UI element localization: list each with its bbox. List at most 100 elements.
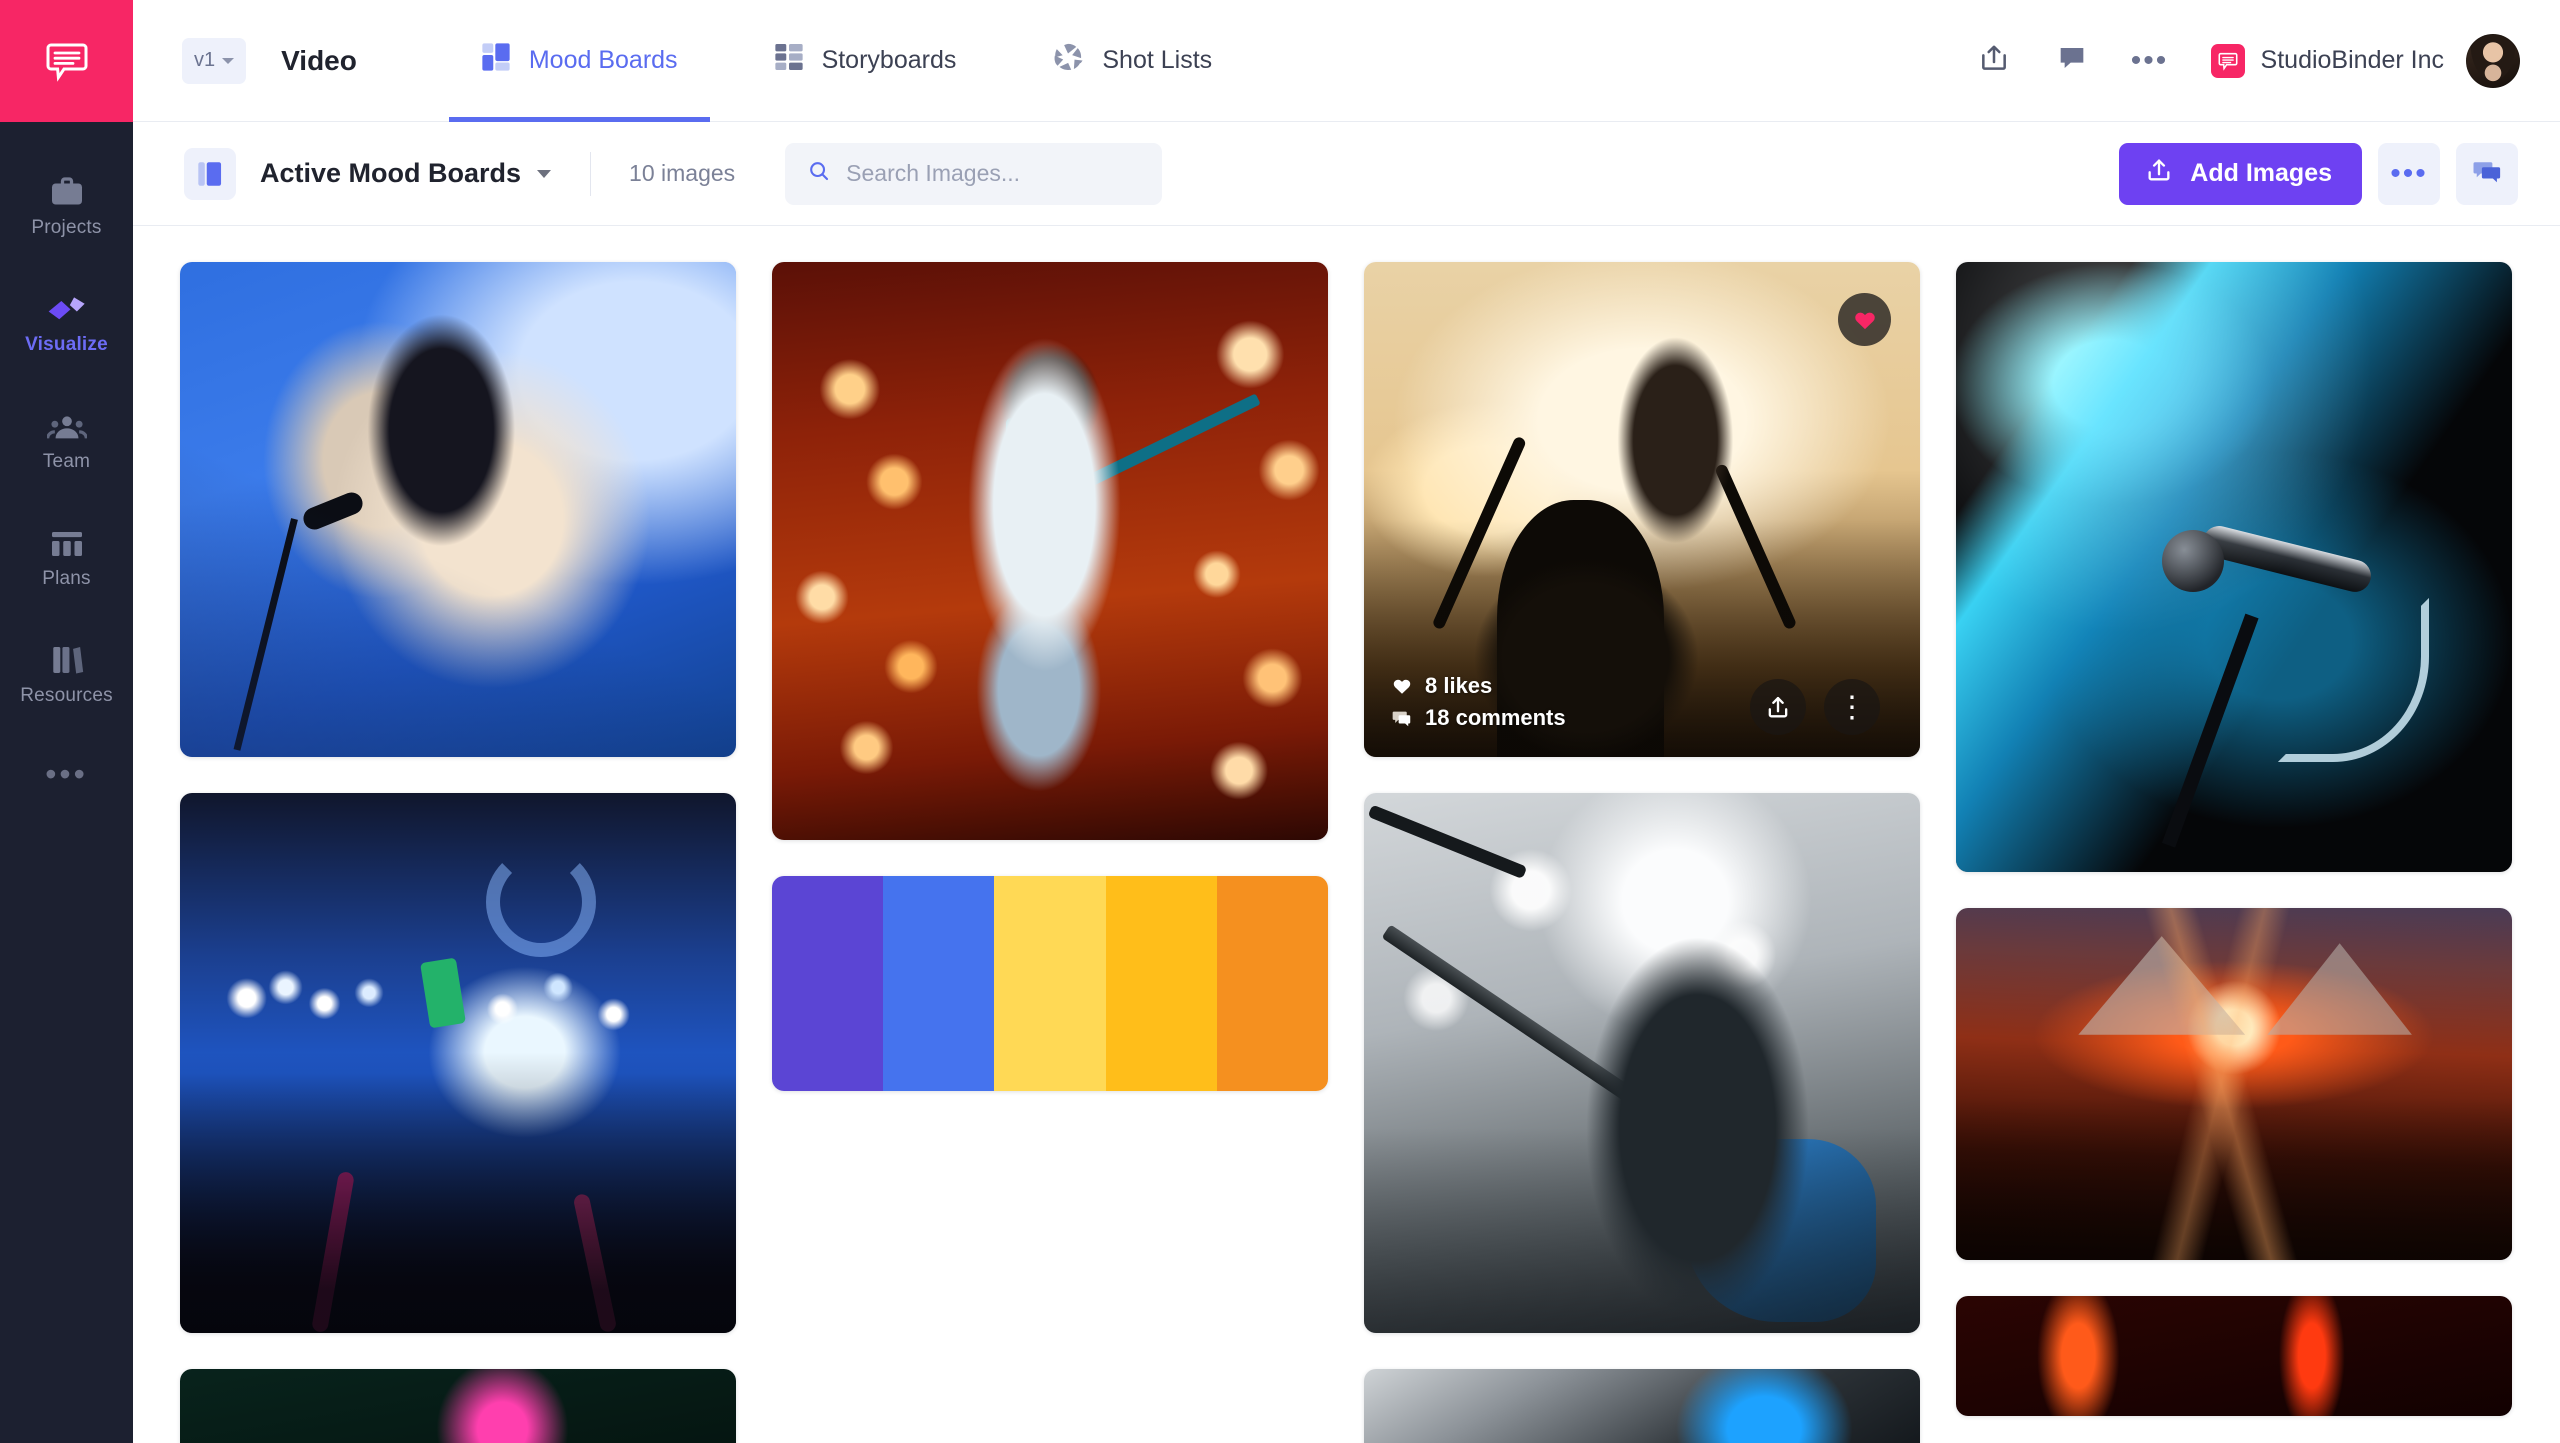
version-label: v1	[194, 49, 216, 71]
share-icon	[1978, 42, 2010, 79]
tab-label: Shot Lists	[1102, 46, 1213, 74]
mood-image-singer-blue[interactable]	[180, 262, 736, 757]
color-swatch[interactable]	[1105, 876, 1217, 1091]
masonry-column: 8 likes 18 comments ⋮	[1364, 262, 1920, 1443]
mood-image-teaser-red[interactable]	[1956, 1296, 2512, 1416]
mood-image-crowd-blue[interactable]	[180, 793, 736, 1333]
sidebar-item-team[interactable]: Team	[0, 396, 133, 473]
sidebar-item-resources[interactable]: Resources	[0, 630, 133, 707]
header-actions: ••• StudioBinder Inc	[1955, 22, 2560, 100]
decorative-mic-boom	[1367, 804, 1527, 879]
decorative-hand-left	[310, 1170, 355, 1333]
version-selector[interactable]: v1	[182, 37, 247, 84]
mood-board-canvas: 8 likes 18 comments ⋮	[133, 226, 2560, 1443]
decorative-stage-logo	[485, 847, 596, 957]
decorative-mic-stand	[233, 518, 299, 751]
decorative-guitar-neck	[1381, 923, 1677, 1130]
sidebar-item-label: Team	[42, 451, 91, 472]
search-icon	[807, 159, 831, 188]
sidebar-item-plans[interactable]: Plans	[0, 513, 133, 590]
comments-button[interactable]	[2456, 142, 2518, 205]
toolbar-more-button[interactable]: •••	[2378, 142, 2440, 205]
approvals-button[interactable]	[2033, 22, 2111, 100]
organization-chip[interactable]: StudioBinder Inc	[2210, 43, 2444, 78]
sidebar-item-label: Projects	[31, 217, 102, 238]
decorative-arm-right	[1713, 463, 1798, 631]
chevron-down-icon	[537, 169, 552, 178]
sidebar-item-visualize[interactable]: Visualize	[0, 279, 133, 356]
mood-image-teaser-blue[interactable]	[1364, 1369, 1920, 1443]
mood-image-guitarist-red[interactable]	[772, 262, 1328, 840]
masonry-column	[1956, 262, 2512, 1416]
team-people-icon	[46, 396, 87, 442]
color-swatch[interactable]	[772, 876, 884, 1091]
image-count: 10 images	[629, 160, 736, 186]
board-panel-icon[interactable]	[184, 147, 236, 200]
header-more-button[interactable]: •••	[2111, 22, 2189, 100]
left-sidebar: Projects Visualize Team Plans Resources …	[0, 0, 133, 1443]
sidebar-more-button[interactable]: •••	[45, 758, 88, 790]
board-selector[interactable]: Active Mood Boards	[260, 158, 552, 189]
sidebar-item-label: Resources	[20, 685, 113, 706]
image-thumbnail	[1364, 793, 1920, 1333]
user-avatar[interactable]	[2466, 33, 2520, 88]
mood-image-mic-blue[interactable]	[1956, 262, 2512, 872]
decorative-teal-badge	[1005, 418, 1044, 465]
board-name: Active Mood Boards	[260, 158, 522, 188]
mood-image-festival-red[interactable]	[1956, 908, 2512, 1260]
toolbar-actions: Add Images •••	[2119, 142, 2560, 205]
decorative-fan-silhouette	[1497, 499, 1665, 757]
decorative-guitar-body	[1686, 1138, 1876, 1323]
color-swatch[interactable]	[1216, 876, 1328, 1091]
studiobinder-bubble-icon	[2210, 43, 2245, 78]
mood-image-guitarist-bw[interactable]	[1364, 793, 1920, 1333]
organization-name: StudioBinder Inc	[2260, 46, 2444, 74]
decorative-guitar-neck	[1025, 393, 1261, 517]
decorative-mic-head	[300, 488, 367, 533]
tab-spacer	[710, 0, 742, 122]
sidebar-item-projects[interactable]: Projects	[0, 162, 133, 239]
decorative-mic-body	[2199, 522, 2375, 595]
search-box[interactable]	[785, 142, 1163, 205]
image-thumbnail	[1956, 262, 2512, 872]
header-tabs: Mood Boards Storyboards Shot Lists	[448, 0, 1244, 122]
mood-image-crowd-gold[interactable]: 8 likes 18 comments ⋮	[1364, 262, 1920, 757]
decorative-arm-left	[1431, 435, 1527, 631]
image-thumbnail	[1956, 908, 2512, 1260]
board-toolbar: Active Mood Boards 10 images Add Images …	[133, 122, 2560, 226]
aperture-icon	[1052, 41, 1084, 80]
image-thumbnail	[180, 262, 736, 757]
image-thumbnail	[1956, 1296, 2512, 1416]
image-masonry-grid: 8 likes 18 comments ⋮	[180, 262, 2520, 1443]
tab-mood-boards[interactable]: Mood Boards	[448, 0, 710, 122]
like-button[interactable]	[1838, 293, 1891, 346]
decorative-mic-pole	[2162, 613, 2259, 848]
image-more-button[interactable]: ⋮	[1824, 679, 1880, 735]
mood-image-teaser-green[interactable]	[180, 1369, 736, 1443]
app-logo[interactable]	[0, 0, 133, 122]
chevron-down-icon	[222, 57, 235, 64]
color-swatch[interactable]	[883, 876, 995, 1091]
more-options-icon: •••	[2390, 156, 2428, 190]
add-images-button[interactable]: Add Images	[2119, 142, 2362, 205]
color-swatch[interactable]	[994, 876, 1106, 1091]
image-action-buttons: ⋮	[1750, 679, 1880, 735]
tab-storyboards[interactable]: Storyboards	[742, 0, 989, 122]
tab-shot-lists[interactable]: Shot Lists	[1020, 0, 1244, 122]
mood-color-palette[interactable]	[772, 876, 1328, 1091]
vertical-dots-icon: ⋮	[1837, 690, 1867, 724]
tab-label: Mood Boards	[528, 46, 678, 74]
heart-icon	[1854, 312, 1875, 329]
page-title: Video	[281, 44, 357, 76]
decorative-tent-right	[2267, 943, 2412, 1035]
sidebar-item-label: Plans	[42, 568, 91, 589]
books-icon	[50, 630, 84, 676]
share-image-button[interactable]	[1750, 679, 1806, 735]
image-thumbnail	[1364, 1369, 1920, 1443]
top-header: v1 Video Mood Boards Storyboards Shot Li…	[133, 0, 2560, 122]
decorative-tent-left	[2078, 936, 2246, 1035]
share-button[interactable]	[1955, 22, 2033, 100]
sidebar-item-label: Visualize	[25, 334, 108, 355]
decorative-hand-right	[572, 1192, 617, 1333]
search-input[interactable]	[846, 160, 1141, 187]
